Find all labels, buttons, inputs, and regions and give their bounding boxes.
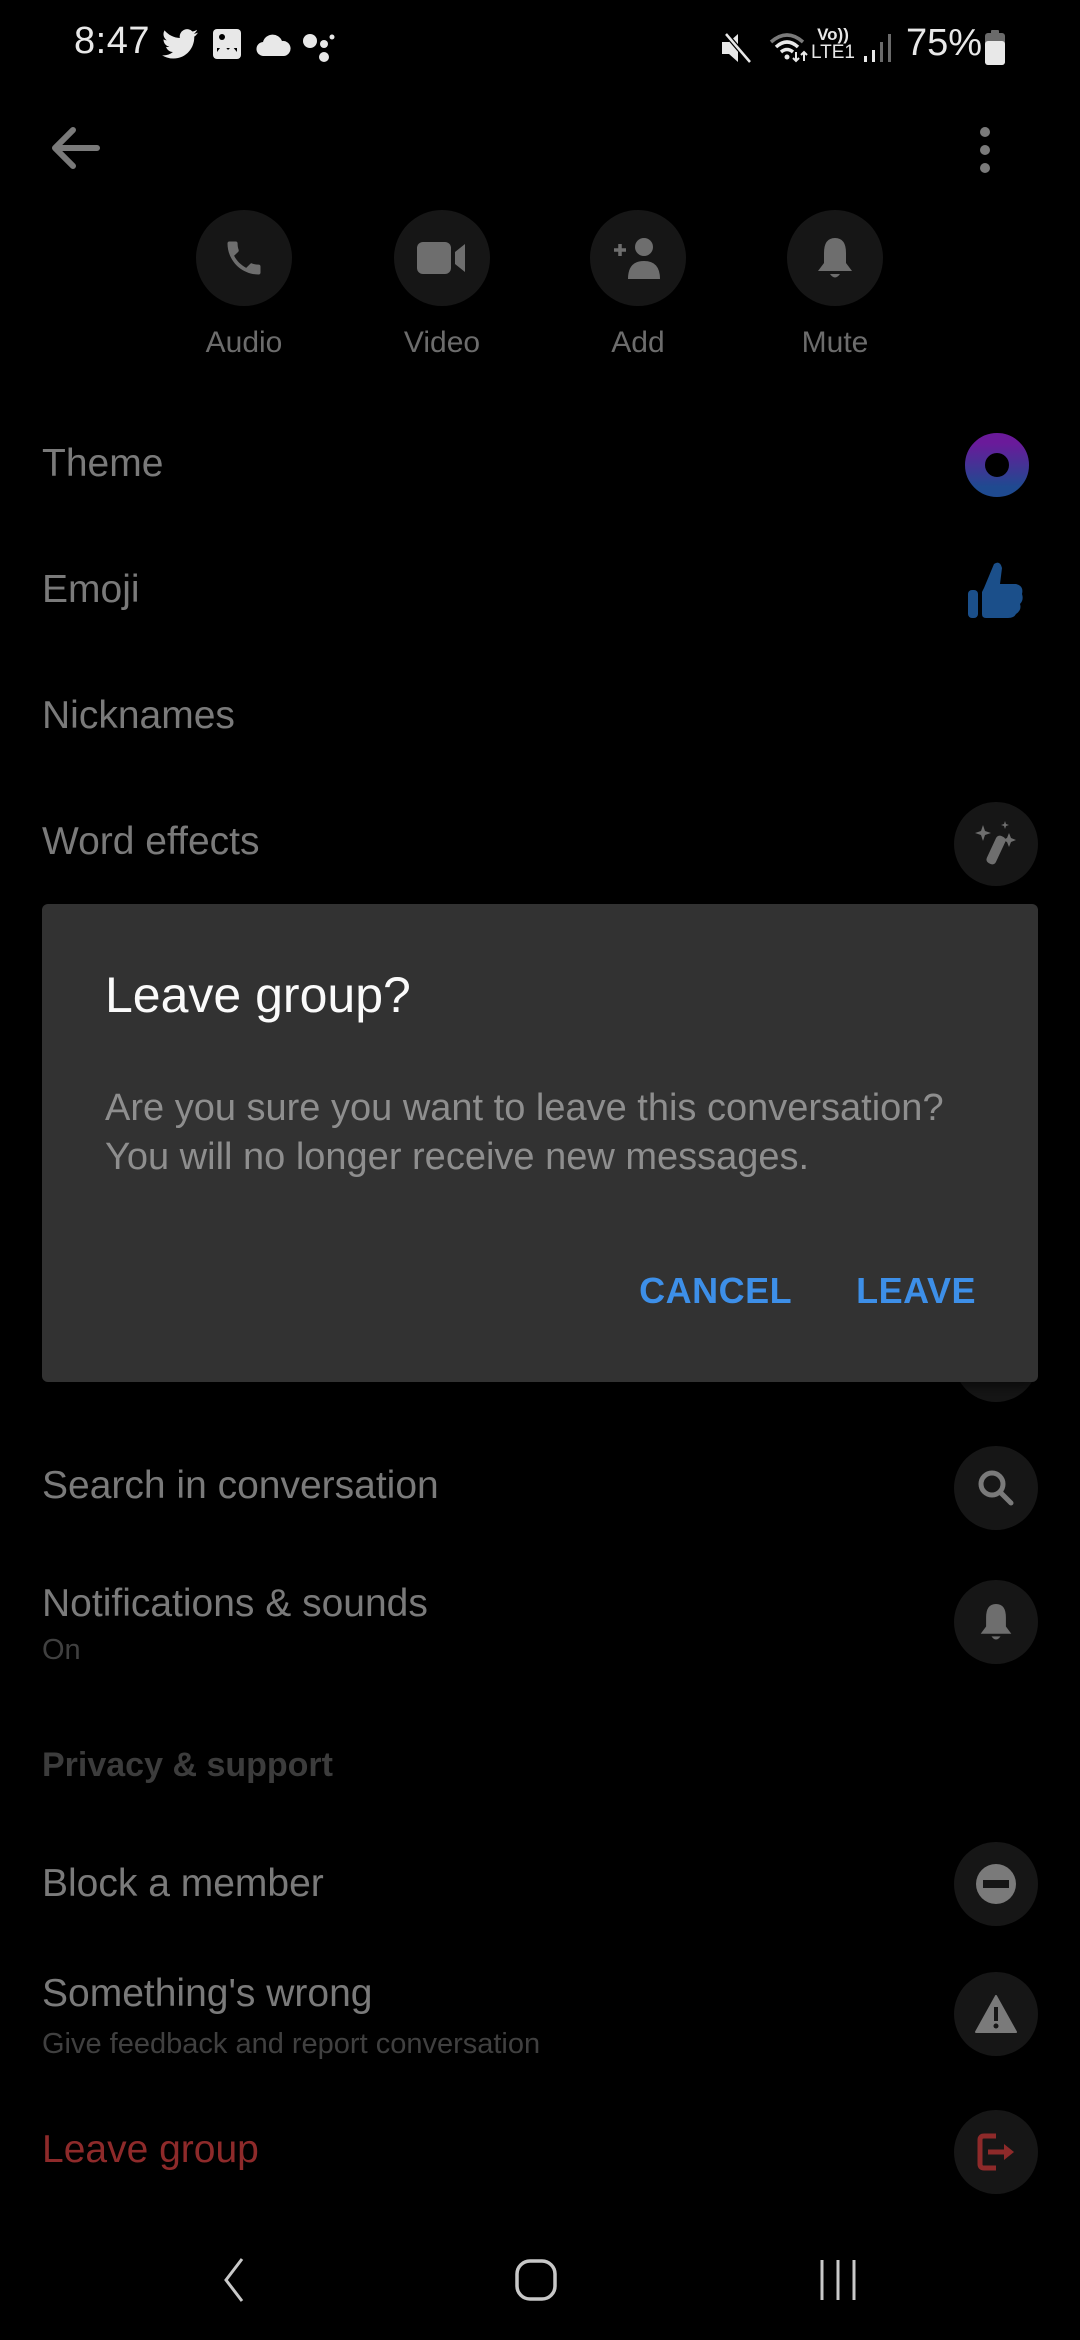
word-effects-row[interactable]: Word effects [0, 798, 1080, 894]
video-call-button[interactable]: Video [372, 210, 512, 360]
back-button[interactable] [40, 118, 110, 178]
nav-recents-icon [820, 2260, 856, 2300]
cloud-icon [256, 34, 292, 61]
gallery-icon [212, 28, 242, 65]
notifications-status: On [42, 1634, 81, 1666]
nav-home-icon [515, 2259, 557, 2301]
theme-ring-icon [964, 432, 1030, 503]
nicknames-row[interactable]: Nicknames [0, 672, 1080, 768]
dialog-actions: CANCEL LEAVE [639, 1270, 976, 1312]
block-member-row[interactable]: Block a member [0, 1840, 1080, 1936]
audio-call-button[interactable]: Audio [174, 210, 314, 360]
video-label: Video [403, 326, 481, 359]
search-icon [954, 1446, 1038, 1530]
mute-icon [720, 32, 754, 69]
cancel-button[interactable]: CANCEL [639, 1270, 792, 1312]
nav-back-button[interactable] [184, 2240, 284, 2320]
mute-button[interactable]: Mute [765, 210, 905, 360]
dialog-title: Leave group? [105, 967, 411, 1023]
warning-icon [954, 1972, 1038, 2056]
phone-icon [227, 241, 261, 275]
signal-icon [862, 32, 892, 69]
block-member-label: Block a member [42, 1862, 324, 1905]
leave-group-row[interactable]: Leave group [0, 2108, 1080, 2204]
status-time: 8:47 [74, 20, 150, 62]
theme-row[interactable]: Theme [0, 420, 1080, 516]
exit-icon [954, 2110, 1038, 2194]
add-label: Add [611, 326, 665, 359]
theme-label: Theme [42, 442, 164, 485]
bell-icon [818, 238, 852, 278]
arrow-left-icon [52, 127, 100, 169]
more-vertical-icon [980, 127, 990, 173]
word-effects-label: Word effects [42, 820, 260, 863]
volte-lte-icon: Vo)) LTE1 [810, 25, 855, 63]
notifications-row[interactable]: Notifications & sounds On [0, 1576, 1080, 1686]
nicknames-label: Nicknames [42, 694, 235, 737]
more-options-button[interactable] [960, 118, 1010, 182]
emoji-label: Emoji [42, 568, 140, 611]
magic-wand-icon [954, 802, 1038, 886]
add-member-button[interactable]: Add [568, 210, 708, 360]
battery-icon [984, 30, 1006, 71]
search-conversation-label: Search in conversation [42, 1464, 439, 1507]
privacy-support-header: Privacy & support [42, 1746, 333, 1784]
dialog-message: Are you sure you want to leave this conv… [105, 1087, 944, 1178]
nav-home-button[interactable] [486, 2240, 586, 2320]
video-camera-icon [417, 242, 465, 274]
thumbs-up-icon [968, 560, 1024, 625]
twitter-icon [162, 28, 198, 65]
somethings-wrong-label: Something's wrong [42, 1972, 373, 2015]
nav-recents-button[interactable] [788, 2240, 888, 2320]
search-conversation-row[interactable]: Search in conversation [0, 1446, 1080, 1542]
leave-group-label: Leave group [42, 2128, 259, 2171]
leave-group-dialog: Leave group? Are you sure you want to le… [42, 904, 1038, 1382]
emoji-row[interactable]: Emoji [0, 546, 1080, 642]
status-bar: 8:47 Vo)) LTE1 75% [0, 0, 1080, 96]
system-nav-bar [0, 2210, 1080, 2340]
somethings-wrong-row[interactable]: Something's wrong Give feedback and repo… [0, 1972, 1080, 2082]
bell-icon [954, 1580, 1038, 1664]
nav-back-icon [224, 2258, 244, 2302]
battery-percent: 75% [906, 22, 983, 64]
assistant-dots-icon [302, 32, 336, 67]
leave-button[interactable]: LEAVE [856, 1270, 976, 1312]
audio-label: Audio [205, 326, 283, 359]
add-person-icon [614, 238, 660, 279]
notifications-label: Notifications & sounds [42, 1582, 428, 1625]
somethings-wrong-sub: Give feedback and report conversation [42, 2028, 541, 2060]
mute-label: Mute [801, 326, 869, 359]
wifi-icon [768, 30, 810, 69]
block-icon [954, 1842, 1038, 1926]
